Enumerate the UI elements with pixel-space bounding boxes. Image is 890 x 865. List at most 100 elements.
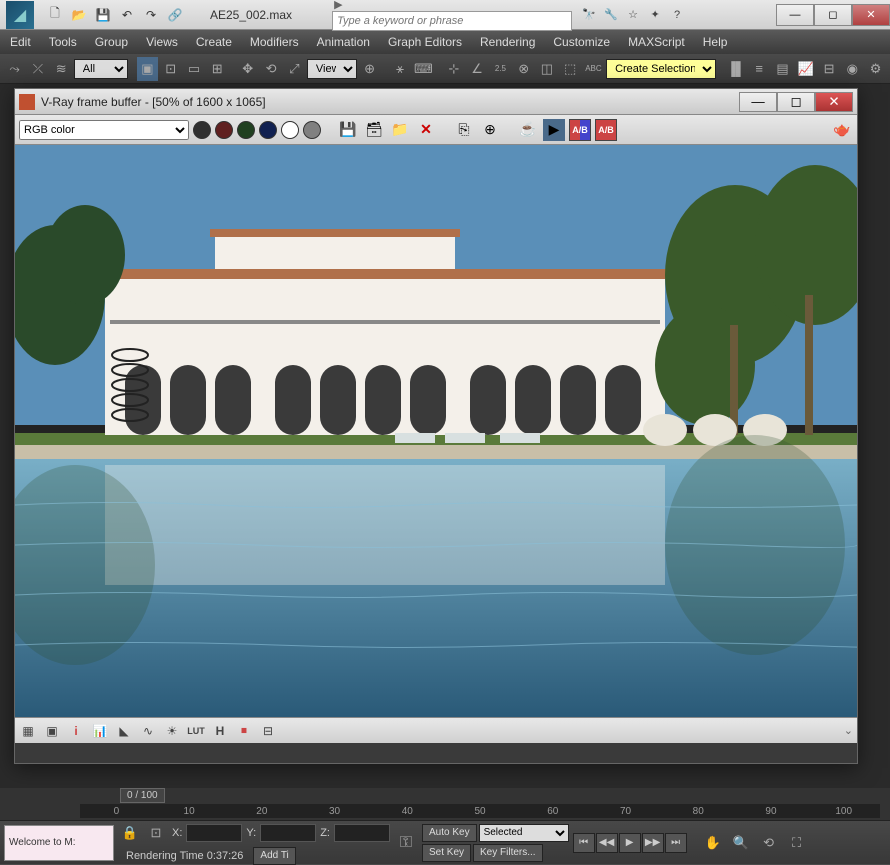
manipulate-icon[interactable]: ⚹ bbox=[389, 57, 410, 81]
exposure-icon[interactable]: ☀ bbox=[163, 722, 181, 740]
vray-title-bar[interactable]: V-Ray frame buffer - [50% of 1600 x 1065… bbox=[15, 89, 857, 115]
schematic-icon[interactable]: ⊟ bbox=[818, 57, 839, 81]
selection-set-select[interactable]: Create Selection Se bbox=[606, 59, 716, 79]
close-button[interactable]: ✕ bbox=[852, 4, 890, 26]
key-filters-button[interactable]: Key Filters... bbox=[473, 844, 543, 862]
angle-snap-icon[interactable]: ∠ bbox=[466, 57, 487, 81]
maximize-button[interactable]: ◻ bbox=[814, 4, 852, 26]
help-search-input[interactable] bbox=[332, 11, 572, 31]
set-key-icon[interactable]: ⚿ bbox=[394, 831, 418, 855]
viewport-nav-maximize-icon[interactable]: ⛶ bbox=[785, 831, 809, 855]
levels-icon[interactable]: ◣ bbox=[115, 722, 133, 740]
histogram-icon[interactable]: 📊 bbox=[91, 722, 109, 740]
z-coord-input[interactable] bbox=[334, 824, 390, 842]
play-icon[interactable]: ▶ bbox=[619, 833, 641, 853]
minimize-button[interactable]: — bbox=[776, 4, 814, 26]
stamp-icon[interactable]: ⊟ bbox=[259, 722, 277, 740]
y-coord-input[interactable] bbox=[260, 824, 316, 842]
abc-icon[interactable]: ABC bbox=[583, 57, 604, 81]
region-render-icon[interactable]: ☕ bbox=[517, 119, 539, 141]
mirror-icon[interactable]: ▐▌ bbox=[725, 57, 746, 81]
expand-icon[interactable]: ⌄ bbox=[844, 724, 853, 737]
help-icon[interactable]: ? bbox=[668, 6, 686, 24]
viewport-nav-pan-icon[interactable]: ✋ bbox=[701, 831, 725, 855]
prev-frame-icon[interactable]: ◀◀ bbox=[596, 833, 618, 853]
x-coord-input[interactable] bbox=[186, 824, 242, 842]
clear-image-icon[interactable]: ✕ bbox=[415, 119, 437, 141]
rotate-icon[interactable]: ⟲ bbox=[260, 57, 281, 81]
select-name-icon[interactable]: ⊡ bbox=[160, 57, 181, 81]
pixel-info-icon[interactable]: i bbox=[67, 722, 85, 740]
viewport-nav-zoom-icon[interactable]: 🔍 bbox=[729, 831, 753, 855]
swatch-mono[interactable] bbox=[303, 121, 321, 139]
render-view[interactable] bbox=[15, 145, 857, 717]
menu-maxscript[interactable]: MAXScript bbox=[628, 35, 685, 49]
align-icon[interactable]: ≡ bbox=[749, 57, 770, 81]
save-image-icon[interactable]: 💾 bbox=[337, 119, 359, 141]
menu-views[interactable]: Views bbox=[146, 35, 178, 49]
binoculars-icon[interactable]: 🔭 bbox=[580, 6, 598, 24]
history-icon[interactable]: H bbox=[211, 722, 229, 740]
vray-maximize-button[interactable]: ◻ bbox=[777, 92, 815, 112]
color-correction-icon[interactable]: ▦ bbox=[19, 722, 37, 740]
menu-tools[interactable]: Tools bbox=[49, 35, 77, 49]
spinner-snap-icon[interactable]: ⊗ bbox=[513, 57, 534, 81]
new-file-button[interactable]: 🗋 bbox=[44, 4, 66, 26]
edged-faces-icon[interactable]: ◫ bbox=[536, 57, 557, 81]
sparkle-icon[interactable]: ✦ bbox=[646, 6, 664, 24]
goto-start-icon[interactable]: ⏮ bbox=[573, 833, 595, 853]
menu-group[interactable]: Group bbox=[95, 35, 128, 49]
menu-customize[interactable]: Customize bbox=[553, 35, 610, 49]
render-setup-icon[interactable]: ⚙ bbox=[865, 57, 886, 81]
save-all-icon[interactable]: 🗃 bbox=[363, 119, 385, 141]
curve-icon[interactable]: ∿ bbox=[139, 722, 157, 740]
open-button[interactable]: 📂 bbox=[68, 4, 90, 26]
render-last-icon[interactable]: ▶ bbox=[543, 119, 565, 141]
menu-create[interactable]: Create bbox=[196, 35, 232, 49]
select-window-icon[interactable]: ⊞ bbox=[207, 57, 228, 81]
stop-render-icon[interactable]: ⏹ bbox=[235, 722, 253, 740]
select-rect-icon[interactable]: ▭ bbox=[183, 57, 204, 81]
menu-rendering[interactable]: Rendering bbox=[480, 35, 535, 49]
set-key-button[interactable]: Set Key bbox=[422, 844, 471, 862]
wrench-icon[interactable]: 🔧 bbox=[602, 6, 620, 24]
load-image-icon[interactable]: 📁 bbox=[389, 119, 411, 141]
percent-snap-icon[interactable]: 2.5 bbox=[490, 57, 511, 81]
snap-toggle-icon[interactable]: ⊹ bbox=[443, 57, 464, 81]
swatch-red[interactable] bbox=[215, 121, 233, 139]
compare-a-icon[interactable]: A/B bbox=[595, 119, 617, 141]
menu-animation[interactable]: Animation bbox=[317, 35, 370, 49]
menu-edit[interactable]: Edit bbox=[10, 35, 31, 49]
script-listener[interactable]: Welcome to M: bbox=[4, 825, 114, 861]
selection-filter-select[interactable]: All bbox=[74, 59, 128, 79]
menu-help[interactable]: Help bbox=[703, 35, 728, 49]
named-selection-icon[interactable]: ⬚ bbox=[560, 57, 581, 81]
goto-end-icon[interactable]: ⏭ bbox=[665, 833, 687, 853]
keyboard-shortcut-icon[interactable]: ⌨ bbox=[413, 57, 434, 81]
force-color-clamp-icon[interactable]: ▣ bbox=[43, 722, 61, 740]
compare-ab-icon[interactable]: A/B bbox=[569, 119, 591, 141]
next-frame-icon[interactable]: ▶▶ bbox=[642, 833, 664, 853]
pivot-icon[interactable]: ⊕ bbox=[359, 57, 380, 81]
frame-indicator[interactable]: 0 / 100 bbox=[120, 788, 165, 803]
menu-modifiers[interactable]: Modifiers bbox=[250, 35, 299, 49]
vray-minimize-button[interactable]: — bbox=[739, 92, 777, 112]
move-icon[interactable]: ✥ bbox=[237, 57, 258, 81]
auto-key-button[interactable]: Auto Key bbox=[422, 824, 477, 842]
curve-editor-icon[interactable]: 📈 bbox=[795, 57, 816, 81]
star-icon[interactable]: ☆ bbox=[624, 6, 642, 24]
track-mouse-icon[interactable]: ⊕ bbox=[479, 119, 501, 141]
undo-button[interactable]: ↶ bbox=[116, 4, 138, 26]
duplicate-vfb-icon[interactable]: ⎘ bbox=[453, 119, 475, 141]
lut-icon[interactable]: LUT bbox=[187, 722, 205, 740]
redo-button[interactable]: ↷ bbox=[140, 4, 162, 26]
layers-icon[interactable]: ▤ bbox=[772, 57, 793, 81]
scale-icon[interactable]: ⤢ bbox=[284, 57, 305, 81]
swatch-blue[interactable] bbox=[259, 121, 277, 139]
select-link-icon[interactable]: ⤳ bbox=[4, 57, 25, 81]
material-editor-icon[interactable]: ◉ bbox=[842, 57, 863, 81]
swatch-green[interactable] bbox=[237, 121, 255, 139]
app-icon[interactable]: ◢ bbox=[6, 1, 34, 29]
timeline[interactable]: 0 / 100 0 10 20 30 40 50 60 70 80 90 100 bbox=[0, 788, 890, 820]
lock-selection-icon[interactable]: 🔒 bbox=[118, 821, 142, 845]
